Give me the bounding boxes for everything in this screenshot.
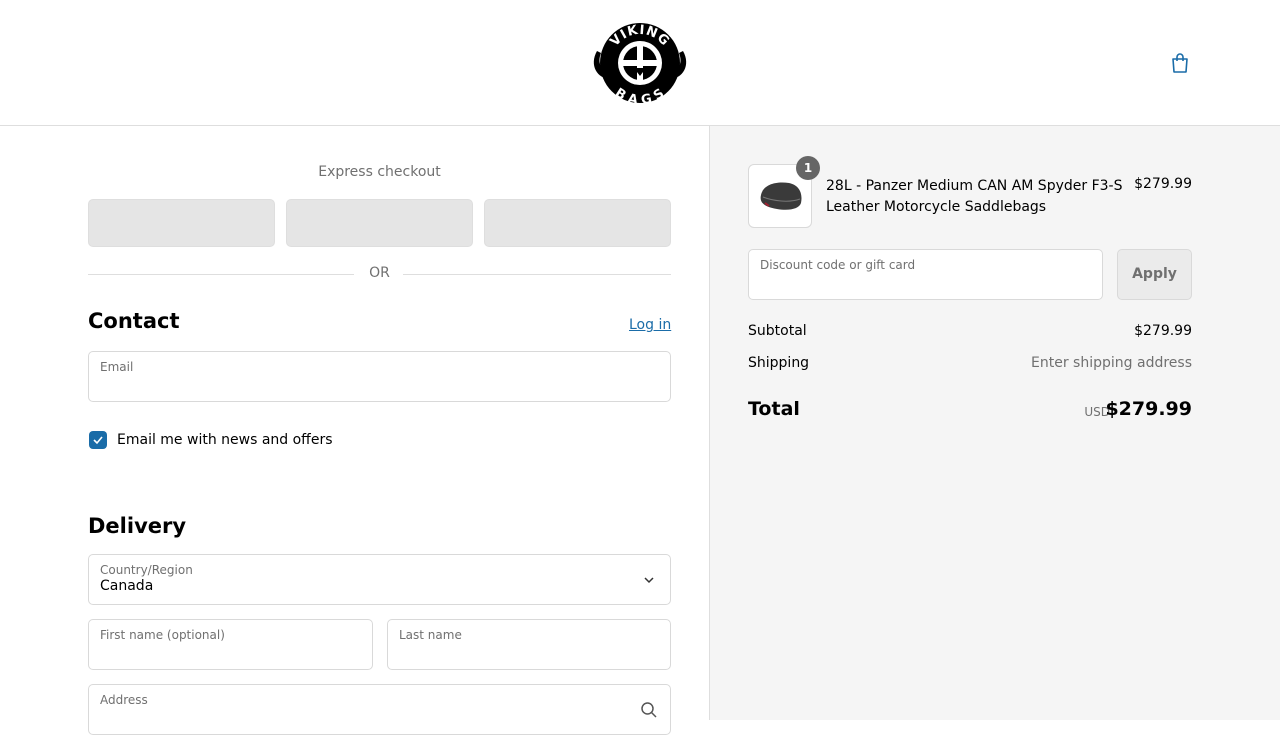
checkout-form-column: Express checkout OR Contact Log in Email… (0, 126, 710, 735)
email-label: Email (100, 360, 134, 374)
express-pay-button-1[interactable] (88, 199, 275, 247)
shipping-label: Shipping (748, 355, 810, 371)
search-icon (641, 702, 657, 718)
last-name-label: Last name (399, 628, 462, 642)
product-name: 28L - Panzer Medium CAN AM Spyder F3-S L… (826, 178, 1123, 215)
country-value: Canada (100, 578, 154, 594)
shipping-value: Enter shipping address (1031, 355, 1192, 371)
total-value: $279.99 (1105, 398, 1192, 420)
login-link[interactable]: Log in (629, 317, 671, 333)
discount-label: Discount code or gift card (760, 258, 916, 272)
country-select[interactable]: Country/Region Canada (88, 554, 671, 605)
address-label: Address (100, 693, 148, 707)
shopping-bag-icon[interactable] (1168, 51, 1192, 75)
quantity-badge: 1 (796, 156, 820, 180)
subtotal-value: $279.99 (1134, 323, 1192, 339)
chevron-down-icon (644, 577, 654, 584)
express-checkout-title: Express checkout (318, 164, 441, 180)
contact-title: Contact (88, 309, 180, 333)
email-field[interactable]: Email (88, 351, 671, 402)
check-icon (93, 436, 103, 445)
or-divider: OR (88, 264, 671, 284)
total-label: Total (748, 398, 800, 420)
first-name-label: First name (optional) (100, 628, 225, 642)
country-label: Country/Region (100, 563, 193, 577)
express-pay-button-2[interactable] (286, 199, 473, 247)
header: VIKING BAGS (0, 0, 1280, 126)
first-name-field[interactable]: First name (optional) (88, 619, 373, 670)
order-summary: 1 28L - Panzer Medium CAN AM Spyder F3-S… (710, 126, 1280, 720)
last-name-field[interactable]: Last name (387, 619, 671, 670)
address-field[interactable]: Address (88, 684, 671, 735)
express-pay-button-3[interactable] (484, 199, 671, 247)
viking-bags-logo[interactable]: VIKING BAGS (589, 21, 691, 108)
or-label: OR (369, 265, 390, 281)
discount-code-field[interactable]: Discount code or gift card (748, 249, 1103, 300)
newsletter-checkbox[interactable] (89, 431, 107, 449)
delivery-title: Delivery (88, 514, 187, 538)
newsletter-label: Email me with news and offers (117, 432, 333, 448)
apply-button[interactable]: Apply (1117, 249, 1192, 300)
subtotal-label: Subtotal (748, 323, 807, 339)
product-price: $279.99 (1134, 176, 1192, 192)
